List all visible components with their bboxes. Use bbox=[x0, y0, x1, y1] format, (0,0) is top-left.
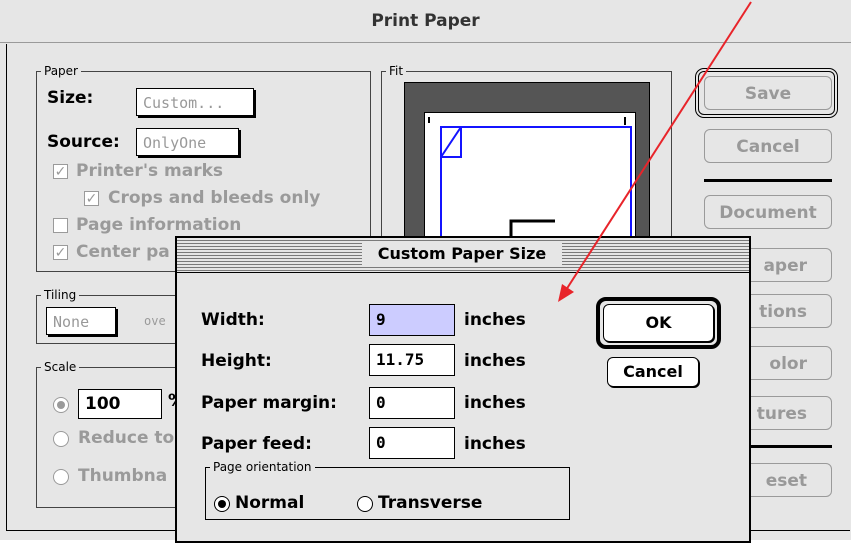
annotation-arrow bbox=[558, 1, 752, 302]
